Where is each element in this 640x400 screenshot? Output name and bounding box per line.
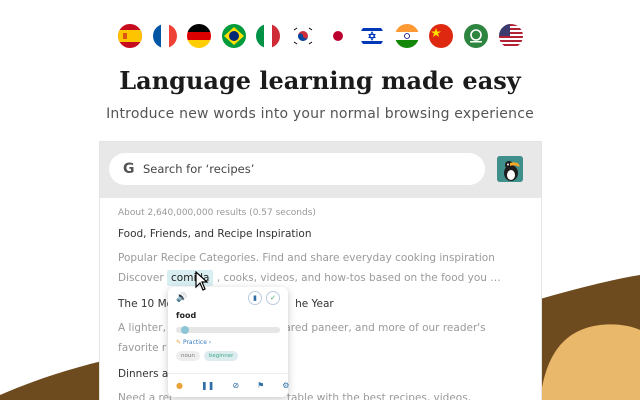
practice-link[interactable]: ✎ Practice › [176, 339, 211, 346]
block-icon[interactable]: ⊘ [232, 381, 239, 390]
spain-flag-icon[interactable] [118, 24, 142, 48]
result-snippet-1: Popular Recipe Categories. Find and shar… [118, 248, 541, 288]
saudi-flag-icon[interactable] [463, 24, 488, 48]
tag-level: beginner [203, 351, 239, 361]
japan-flag-icon[interactable] [325, 24, 350, 48]
progress-indicator [181, 326, 189, 334]
china-flag-icon[interactable] [429, 24, 454, 48]
search-demo-card: G Search for ‘recipes’ About 2,640,000,0… [99, 141, 542, 400]
result-1-line-1: Popular Recipe Categories. Find and shar… [118, 252, 495, 264]
check-icon[interactable]: ✓ [266, 291, 280, 305]
translation-popup: 🔊 ▮ ✓ food ✎ Practice › noun beginner ● … [168, 287, 289, 397]
language-flags-row [118, 24, 523, 48]
speaker-icon[interactable]: 🔊 [176, 293, 187, 303]
translation-word: food [176, 311, 197, 320]
tag-noun: noun [176, 351, 200, 361]
usa-flag-icon[interactable] [498, 24, 523, 48]
france-flag-icon[interactable] [152, 24, 177, 48]
india-flag-icon[interactable] [394, 24, 419, 48]
search-header: G Search for ‘recipes’ [100, 142, 541, 198]
popup-actions: ▮ ✓ [248, 291, 280, 305]
results-count: About 2,640,000,000 results (0.57 second… [118, 208, 316, 218]
toucan-logo-icon[interactable] [497, 156, 523, 182]
result-1-line-2: Discover comida , cooks, videos, and how… [118, 270, 501, 286]
search-input[interactable]: G Search for ‘recipes’ [109, 153, 485, 185]
toucan-mini-icon[interactable]: ● [176, 381, 183, 390]
result-title-1[interactable]: Food, Friends, and Recipe Inspiration [118, 228, 541, 240]
page-subheadline: Introduce new words into your normal bro… [106, 106, 534, 122]
learning-progress-bar [176, 326, 280, 334]
italy-flag-icon[interactable] [256, 24, 281, 48]
brazil-flag-icon[interactable] [221, 24, 246, 48]
word-tags: noun beginner [176, 351, 239, 361]
korea-flag-icon[interactable] [290, 24, 315, 48]
flag-icon[interactable]: ⚑ [257, 381, 264, 390]
israel-flag-icon[interactable] [360, 24, 385, 48]
popup-toolbar: ● ❚❚ ⊘ ⚑ ⚙ [168, 373, 289, 397]
bookmark-icon[interactable]: ▮ [248, 291, 262, 305]
search-placeholder: Search for ‘recipes’ [143, 162, 255, 176]
germany-flag-icon[interactable] [187, 24, 212, 48]
google-g-icon: G [123, 161, 135, 177]
settings-gear-icon[interactable]: ⚙ [282, 381, 289, 390]
search-results: About 2,640,000,000 results (0.57 second… [100, 198, 541, 400]
mouse-cursor-icon [195, 271, 209, 291]
pause-icon[interactable]: ❚❚ [201, 381, 214, 390]
page-headline: Language learning made easy [119, 66, 521, 95]
